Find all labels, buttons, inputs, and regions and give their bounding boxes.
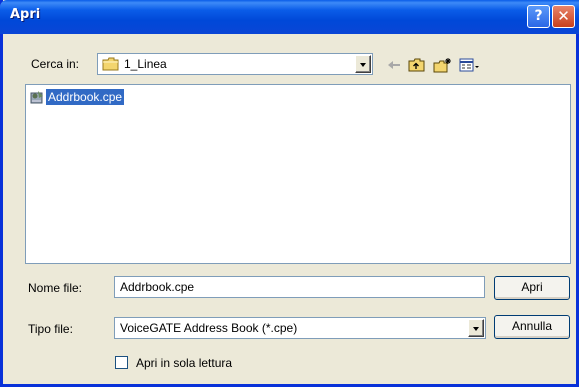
view-menu-icon[interactable] [459,57,481,73]
cancel-button[interactable]: Annulla [494,315,570,339]
filetype-dropdown-button[interactable] [468,319,484,337]
new-folder-icon[interactable] [433,57,453,73]
readonly-checkbox[interactable] [115,356,128,369]
lookin-value: 1_Linea [124,57,167,71]
filename-input[interactable]: Addrbook.cpe [114,276,485,298]
title-bar[interactable]: Apri ? ✕ [0,0,579,34]
folder-icon [102,57,119,71]
open-button-label: Apri [521,280,543,294]
filetype-value: VoiceGATE Address Book (*.cpe) [120,321,298,335]
window-title: Apri [10,7,41,22]
lookin-dropdown[interactable]: 1_Linea [97,53,373,75]
help-button[interactable]: ? [527,5,550,28]
file-name: Addrbook.cpe [46,89,125,105]
filetype-label: Tipo file: [28,322,73,336]
back-arrow-icon[interactable] [386,57,402,73]
filetype-dropdown[interactable]: VoiceGATE Address Book (*.cpe) [114,317,486,339]
open-dialog: Apri ? ✕ Cerca in: 1_Linea Addrbook.cpe … [0,0,579,387]
address-book-file-icon [29,89,45,105]
file-list[interactable]: Addrbook.cpe [25,84,571,264]
close-button[interactable]: ✕ [552,5,575,28]
lookin-dropdown-button[interactable] [355,55,371,73]
filename-value: Addrbook.cpe [120,280,195,294]
up-folder-icon[interactable] [408,57,426,73]
open-button[interactable]: Apri [494,276,570,300]
readonly-label[interactable]: Apri in sola lettura [136,356,232,370]
help-icon: ? [534,8,543,24]
close-icon: ✕ [557,7,570,25]
lookin-label: Cerca in: [31,57,80,71]
cancel-button-label: Annulla [511,319,553,333]
filename-label: Nome file: [28,281,83,295]
